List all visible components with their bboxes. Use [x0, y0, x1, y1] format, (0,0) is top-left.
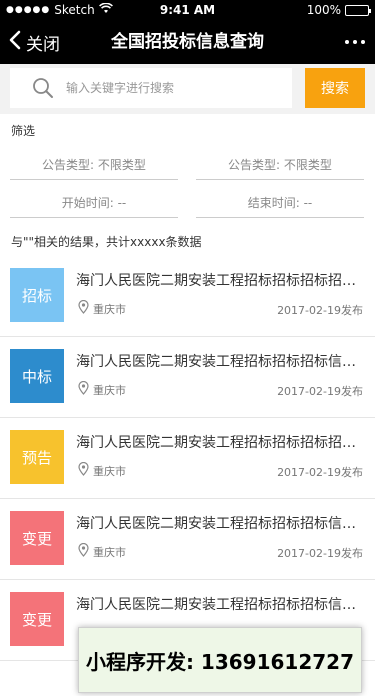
filter-label: 公告类型:	[228, 158, 281, 172]
location-pin-icon	[78, 542, 89, 560]
item-date: 2017-02-19发布	[277, 385, 363, 398]
item-location: 重庆市	[78, 542, 126, 560]
item-location: 重庆市	[78, 461, 126, 479]
list-item[interactable]: 招标 海门人民医院二期安装工程招标招标招标招标... 重庆市 2017-02-1…	[0, 256, 375, 337]
battery-percent: 100%	[306, 3, 341, 17]
filter-label: 开始时间:	[61, 196, 114, 210]
status-badge: 变更	[10, 511, 64, 565]
filter-label: 结束时间:	[247, 196, 300, 210]
search-input[interactable]	[66, 68, 286, 108]
list-item[interactable]: 变更 海门人民医院二期安装工程招标招标招标信息... 重庆市 2017-02-1…	[0, 499, 375, 580]
item-title: 海门人民医院二期安装工程招标招标招标招标...	[76, 273, 366, 289]
search-bar: 搜索	[0, 64, 375, 114]
filter-end-time[interactable]: 结束时间: --	[196, 180, 364, 218]
filter-title: 筛选	[11, 124, 36, 138]
item-location: 重庆市	[78, 380, 126, 398]
battery-icon	[345, 4, 371, 16]
filter-announcement-type-2[interactable]: 公告类型: 不限类型	[196, 142, 364, 180]
status-bar: ●●●●● Sketch 9:41 AM 100%	[0, 0, 375, 20]
search-icon	[32, 77, 54, 103]
filter-value: --	[303, 196, 313, 210]
result-summary: 与""相关的结果，共计xxxxx条数据	[11, 235, 202, 249]
item-title: 海门人民医院二期安装工程招标招标招标信息...	[76, 516, 366, 532]
search-button[interactable]: 搜索	[305, 68, 365, 108]
filter-start-time[interactable]: 开始时间: --	[10, 180, 178, 218]
location-pin-icon	[78, 461, 89, 479]
item-title: 海门人民医院二期安装工程招标招标招标信息...	[76, 597, 366, 613]
filter-value: --	[117, 196, 127, 210]
location-text: 重庆市	[93, 302, 126, 316]
item-date: 2017-02-19发布	[277, 466, 363, 479]
location-text: 重庆市	[93, 464, 126, 478]
more-dots-icon[interactable]	[345, 20, 365, 64]
page-title: 全国招投标信息查询	[111, 32, 264, 52]
filter-value: 不限类型	[283, 158, 332, 172]
location-text: 重庆市	[93, 383, 126, 397]
item-date: 2017-02-19发布	[277, 547, 363, 560]
filter-value: 不限类型	[97, 158, 146, 172]
status-badge: 中标	[10, 349, 64, 403]
status-badge: 变更	[10, 592, 64, 646]
filter-label: 公告类型:	[42, 158, 95, 172]
promo-banner: 小程序开发: 13691612727	[78, 627, 362, 693]
search-box	[10, 68, 292, 108]
result-list: 招标 海门人民医院二期安装工程招标招标招标招标... 重庆市 2017-02-1…	[0, 256, 375, 661]
location-pin-icon	[78, 299, 89, 317]
status-badge: 预告	[10, 430, 64, 484]
list-item[interactable]: 中标 海门人民医院二期安装工程招标招标招标信息... 重庆市 2017-02-1…	[0, 337, 375, 418]
filter-announcement-type[interactable]: 公告类型: 不限类型	[10, 142, 178, 180]
list-item[interactable]: 预告 海门人民医院二期安装工程招标招标招标招标... 重庆市 2017-02-1…	[0, 418, 375, 499]
nav-bar: 关闭 全国招投标信息查询	[0, 20, 375, 64]
item-title: 海门人民医院二期安装工程招标招标招标招标...	[76, 435, 366, 451]
location-pin-icon	[78, 380, 89, 398]
status-bar-right: 100%	[306, 3, 371, 17]
item-title: 海门人民医院二期安装工程招标招标招标信息...	[76, 354, 366, 370]
item-date: 2017-02-19发布	[277, 304, 363, 317]
location-text: 重庆市	[93, 545, 126, 559]
item-location: 重庆市	[78, 299, 126, 317]
status-badge: 招标	[10, 268, 64, 322]
